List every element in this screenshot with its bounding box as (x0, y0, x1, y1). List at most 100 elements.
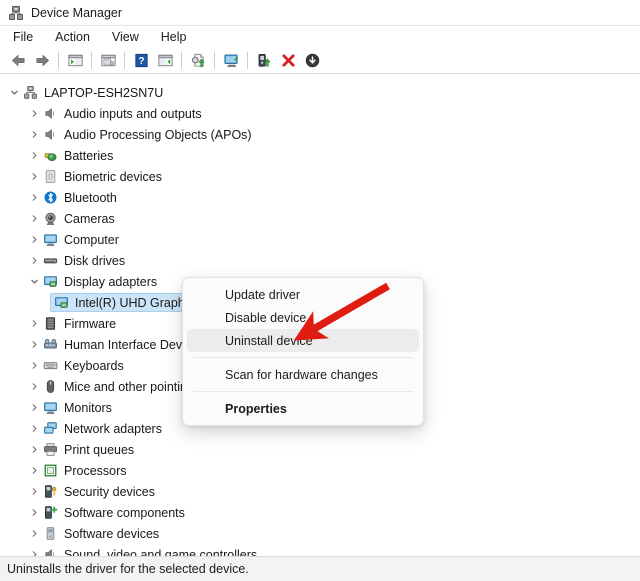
show-hide-action-pane-icon[interactable] (153, 50, 177, 72)
disable-device-down-arrow-icon[interactable] (300, 50, 324, 72)
monitor-icon (42, 232, 58, 248)
security-device-icon (42, 484, 58, 500)
window-title: Device Manager (31, 6, 122, 20)
chevron-right-icon[interactable] (26, 166, 42, 187)
update-driver-icon[interactable] (186, 50, 210, 72)
forward-arrow-icon[interactable] (30, 50, 54, 72)
context-menu-item-uninstall-device[interactable]: Uninstall device (187, 329, 419, 352)
chevron-right-icon[interactable] (26, 544, 42, 556)
toolbar: ? (0, 48, 640, 74)
tree-item-label: Cameras (64, 211, 115, 227)
camera-icon (42, 211, 58, 227)
tree-item-biometric-devices[interactable]: Biometric devices (0, 166, 640, 187)
tree-item-cameras[interactable]: Cameras (0, 208, 640, 229)
context-menu[interactable]: Update driver Disable device Uninstall d… (182, 277, 424, 426)
tree-item-processors[interactable]: Processors (0, 460, 640, 481)
bluetooth-icon (42, 190, 58, 206)
menu-help[interactable]: Help (157, 28, 196, 46)
title-bar: Device Manager (0, 0, 640, 26)
tree-item-label: Software devices (64, 526, 159, 542)
tree-item-label: Software components (64, 505, 185, 521)
uninstall-device-red-x-icon[interactable] (276, 50, 300, 72)
chevron-right-icon[interactable] (26, 145, 42, 166)
tree-item-software-components[interactable]: Software components (0, 502, 640, 523)
chevron-right-icon[interactable] (26, 523, 42, 544)
tree-item-computer[interactable]: Computer (0, 229, 640, 250)
software-device-icon (42, 526, 58, 542)
chevron-right-icon[interactable] (26, 418, 42, 439)
tree-item-label: Security devices (64, 484, 155, 500)
tree-item-audio-inputs-and-outputs[interactable]: Audio inputs and outputs (0, 103, 640, 124)
tree-item-label: Audio Processing Objects (APOs) (64, 127, 252, 143)
tree-item-batteries[interactable]: Batteries (0, 145, 640, 166)
svg-text:?: ? (138, 56, 144, 67)
scan-hardware-changes-icon[interactable] (219, 50, 243, 72)
chevron-right-icon[interactable] (26, 208, 42, 229)
chevron-right-icon[interactable] (26, 439, 42, 460)
tree-item-label: Bluetooth (64, 190, 117, 206)
chevron-right-icon[interactable] (26, 460, 42, 481)
tree-item-audio-processing-objects[interactable]: Audio Processing Objects (APOs) (0, 124, 640, 145)
toolbar-separator (181, 52, 182, 69)
tree-item-disk-drives[interactable]: Disk drives (0, 250, 640, 271)
context-menu-item-properties[interactable]: Properties (187, 397, 419, 420)
chevron-right-icon[interactable] (26, 355, 42, 376)
chevron-right-icon[interactable] (26, 250, 42, 271)
menu-view[interactable]: View (108, 28, 148, 46)
speaker-icon (42, 547, 58, 557)
context-menu-item-disable-device[interactable]: Disable device (187, 306, 419, 329)
chevron-right-icon[interactable] (26, 124, 42, 145)
tree-item-label: Keyboards (64, 358, 124, 374)
toolbar-separator (247, 52, 248, 69)
toolbar-separator (58, 52, 59, 69)
chevron-right-icon[interactable] (26, 481, 42, 502)
network-adapter-icon (42, 421, 58, 437)
menu-bar: File Action View Help (0, 26, 640, 48)
tree-item-print-queues[interactable]: Print queues (0, 439, 640, 460)
chevron-down-icon[interactable] (6, 82, 22, 103)
computer-root-icon (22, 85, 38, 101)
tree-item-label: Print queues (64, 442, 134, 458)
tree-item-sound-video-and-game-controllers[interactable]: Sound, video and game controllers (0, 544, 640, 556)
menu-action[interactable]: Action (51, 28, 99, 46)
chevron-right-icon[interactable] (26, 397, 42, 418)
battery-icon (42, 148, 58, 164)
tree-item-label: Network adapters (64, 421, 162, 437)
tree-item-label: Sound, video and game controllers (64, 547, 257, 557)
tree-item-root[interactable]: LAPTOP-ESH2SN7U (0, 82, 640, 103)
chevron-right-icon[interactable] (26, 187, 42, 208)
enable-device-icon[interactable] (252, 50, 276, 72)
chevron-down-icon[interactable] (26, 271, 42, 292)
display-adapter-icon (42, 274, 58, 290)
mouse-icon (42, 379, 58, 395)
tree-item-label: Audio inputs and outputs (64, 106, 202, 122)
chevron-right-icon[interactable] (26, 103, 42, 124)
chevron-right-icon[interactable] (26, 334, 42, 355)
tree-item-security-devices[interactable]: Security devices (0, 481, 640, 502)
back-arrow-icon[interactable] (6, 50, 30, 72)
speaker-icon (42, 127, 58, 143)
chevron-right-icon[interactable] (26, 502, 42, 523)
context-menu-separator (193, 391, 413, 392)
tree-item-software-devices[interactable]: Software devices (0, 523, 640, 544)
properties-window-icon[interactable] (96, 50, 120, 72)
chevron-right-icon[interactable] (26, 376, 42, 397)
chevron-right-icon[interactable] (26, 229, 42, 250)
tree-item-label: Batteries (64, 148, 113, 164)
help-question-icon[interactable]: ? (129, 50, 153, 72)
firmware-icon (42, 316, 58, 332)
tree-item-label: LAPTOP-ESH2SN7U (44, 85, 163, 101)
context-menu-item-scan-for-hardware-changes[interactable]: Scan for hardware changes (187, 363, 419, 386)
show-hide-console-tree-icon[interactable] (63, 50, 87, 72)
tree-item-label: Monitors (64, 400, 112, 416)
tree-item-label: Biometric devices (64, 169, 162, 185)
tree-item-label: Firmware (64, 316, 116, 332)
tree-item-label: Processors (64, 463, 127, 479)
toolbar-separator (214, 52, 215, 69)
context-menu-item-update-driver[interactable]: Update driver (187, 283, 419, 306)
tree-item-label: Computer (64, 232, 119, 248)
menu-file[interactable]: File (9, 28, 42, 46)
chevron-right-icon[interactable] (26, 313, 42, 334)
tree-item-bluetooth[interactable]: Bluetooth (0, 187, 640, 208)
disk-drive-icon (42, 253, 58, 269)
